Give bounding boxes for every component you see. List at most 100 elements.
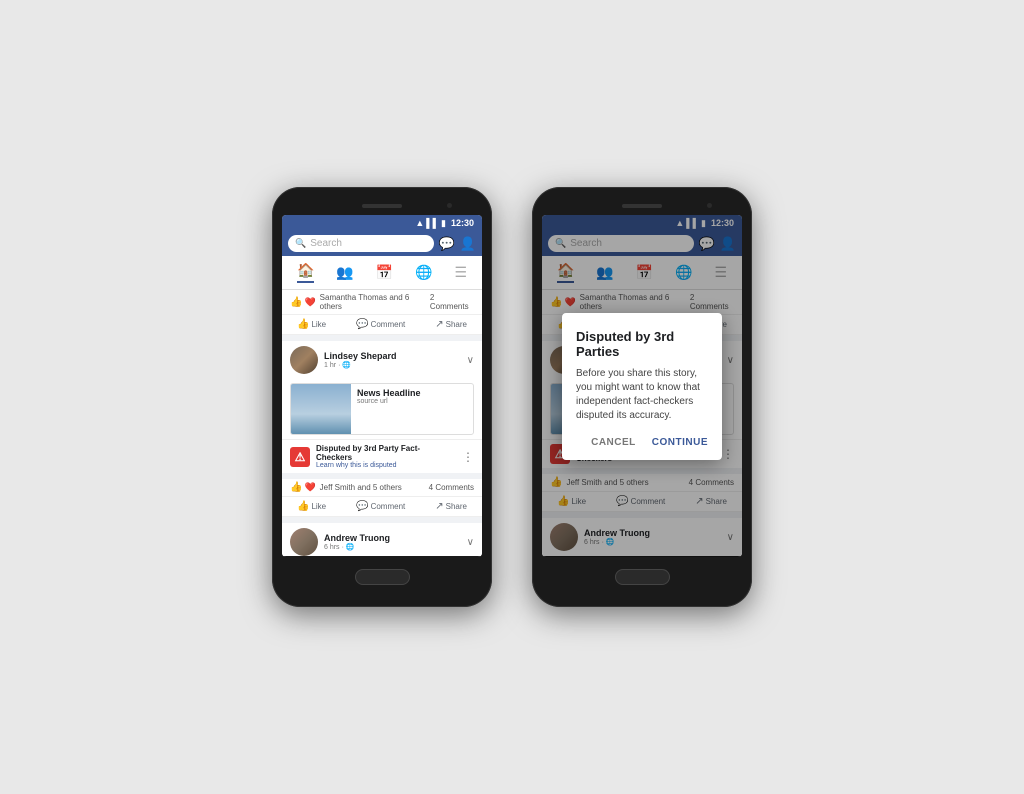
- phone-top-bar-right: [542, 197, 742, 215]
- tab-menu-left[interactable]: ☰: [454, 264, 467, 281]
- comment-btn-1[interactable]: 💬 Comment: [356, 319, 405, 330]
- news-thumb-left: [291, 384, 351, 434]
- search-input-left[interactable]: 🔍 Search: [288, 235, 434, 252]
- status-bar-left: ▲ ▌▌ ▮ 12:30: [282, 215, 482, 231]
- thumb-icon-3: 👍: [290, 482, 302, 493]
- like-label-1: Like: [311, 320, 326, 329]
- disputed-icon-left: ⚠: [290, 447, 310, 467]
- post-actions-3: 👍 Like 💬 Comment ↗ Share: [282, 497, 482, 517]
- reactions-row-3: 👍 ❤️ Jeff Smith and 5 others 4 Comments: [282, 479, 482, 497]
- user-name-andrew-left: Andrew Truong: [324, 533, 461, 543]
- dialog-title: Disputed by 3rd Parties: [576, 329, 708, 359]
- battery-icon: ▮: [441, 218, 446, 229]
- reaction-names-3: Jeff Smith and 5 others: [320, 483, 402, 492]
- dialog-body: Before you share this story, you might w…: [576, 367, 708, 423]
- fb-feed-left: 👍 ❤️ Samantha Thomas and 6 others 2 Comm…: [282, 290, 482, 556]
- dialog-cancel-button[interactable]: CANCEL: [591, 437, 636, 448]
- warning-icon-left: ⚠: [295, 450, 306, 464]
- reaction-icons-1: 👍 ❤️ Samantha Thomas and 6 others: [290, 293, 430, 311]
- speaker-right: [622, 204, 662, 208]
- avatar-andrew-left: [290, 528, 318, 556]
- search-placeholder-left: Search: [310, 238, 342, 249]
- nav-tabs-left: 🏠 👥 📅 🌐 ☰: [282, 256, 482, 290]
- post-header-andrew-left: Andrew Truong 6 hrs · 🌐 ∨: [282, 523, 482, 556]
- globe-icon-andrew-left: 🌐: [346, 543, 355, 551]
- comment-btn-3[interactable]: 💬 Comment: [356, 501, 405, 512]
- comment-icon-3: 💬: [356, 501, 368, 512]
- post-card-2-left: Lindsey Shepard 1 hr · 🌐 ∨: [282, 341, 482, 473]
- avatar-lindsey: [290, 346, 318, 374]
- comment-label-3: Comment: [371, 502, 406, 511]
- news-card-left[interactable]: News Headline source url: [290, 383, 474, 435]
- post-meta-lindsey: 1 hr · 🌐: [324, 361, 461, 369]
- share-label-3: Share: [446, 502, 467, 511]
- phone-bottom-left: [282, 557, 482, 597]
- globe-icon-lindsey: 🌐: [342, 361, 351, 369]
- share-icon-1: ↗: [435, 319, 443, 330]
- like-btn-1[interactable]: 👍 Like: [297, 319, 326, 330]
- like-icon-1: 👍: [297, 319, 309, 330]
- disputed-row-left: ⚠ Disputed by 3rd Party Fact-Checkers Le…: [282, 439, 482, 473]
- like-icon-3: 👍: [297, 501, 309, 512]
- share-btn-3[interactable]: ↗ Share: [435, 501, 467, 512]
- post-card-3-left: 👍 ❤️ Jeff Smith and 5 others 4 Comments …: [282, 479, 482, 517]
- screen-right: ▲ ▌▌ ▮ 12:30 🔍 Search 💬 👤 🏠 👥 📅: [542, 215, 742, 557]
- like-label-3: Like: [311, 502, 326, 511]
- dot-icon-lindsey: ·: [338, 362, 340, 369]
- post-card-4-left: Andrew Truong 6 hrs · 🌐 ∨ Work, work, wo…: [282, 523, 482, 556]
- comment-icon-1: 💬: [356, 319, 368, 330]
- comment-count-1: 2 Comments: [430, 293, 474, 311]
- share-label-1: Share: [446, 320, 467, 329]
- news-headline-left: News Headline: [357, 388, 467, 398]
- phone-left: ▲ ▌▌ ▮ 12:30 🔍 Search 💬 👤 🏠 👥 📅: [272, 187, 492, 607]
- camera-right: [707, 203, 712, 208]
- user-info-lindsey: Lindsey Shepard 1 hr · 🌐: [324, 351, 461, 369]
- home-button-left[interactable]: [355, 569, 410, 585]
- phone-right: ▲ ▌▌ ▮ 12:30 🔍 Search 💬 👤 🏠 👥 📅: [532, 187, 752, 607]
- reaction-names-1: Samantha Thomas and 6 others: [320, 293, 430, 311]
- screen-left: ▲ ▌▌ ▮ 12:30 🔍 Search 💬 👤 🏠 👥 📅: [282, 215, 482, 557]
- fb-search-bar-left: 🔍 Search 💬 👤: [282, 231, 482, 256]
- post-actions-1: 👍 Like 💬 Comment ↗ Share: [282, 315, 482, 335]
- chevron-icon-andrew-left[interactable]: ∨: [467, 537, 474, 548]
- dialog-box: Disputed by 3rd Parties Before you share…: [562, 313, 722, 460]
- news-text-area-left: News Headline source url: [351, 384, 473, 434]
- heart-icon-1: ❤️: [304, 297, 315, 308]
- messenger-icon-left[interactable]: 💬: [439, 236, 455, 252]
- chevron-icon-lindsey[interactable]: ∨: [467, 355, 474, 366]
- disputed-text-left: Disputed by 3rd Party Fact-Checkers Lear…: [316, 444, 456, 469]
- dot-icon-andrew-left: ·: [342, 544, 344, 551]
- news-source-left: source url: [357, 398, 467, 405]
- dialog-actions: CANCEL CONTINUE: [576, 437, 708, 448]
- camera-left: [447, 203, 452, 208]
- disputed-dots-left[interactable]: ⋮: [462, 450, 474, 464]
- post-card-1-left: 👍 ❤️ Samantha Thomas and 6 others 2 Comm…: [282, 290, 482, 335]
- home-button-right[interactable]: [615, 569, 670, 585]
- tab-home-left[interactable]: 🏠: [297, 262, 314, 283]
- post-time-lindsey: 1 hr: [324, 362, 336, 369]
- comment-label-1: Comment: [371, 320, 406, 329]
- share-btn-1[interactable]: ↗ Share: [435, 319, 467, 330]
- tab-friends-left[interactable]: 👥: [336, 264, 353, 281]
- android-nav-left: ◁ ○ □: [282, 556, 482, 557]
- post-time-andrew-left: 6 hrs: [324, 544, 340, 551]
- reactions-row-1: 👍 ❤️ Samantha Thomas and 6 others 2 Comm…: [282, 290, 482, 315]
- tab-calendar-left[interactable]: 📅: [376, 264, 393, 281]
- user-name-lindsey: Lindsey Shepard: [324, 351, 461, 361]
- status-time-left: 12:30: [451, 218, 474, 228]
- like-btn-3[interactable]: 👍 Like: [297, 501, 326, 512]
- speaker-left: [362, 204, 402, 208]
- phone-top-bar-left: [282, 197, 482, 215]
- phone-bottom-right: [542, 557, 742, 597]
- reaction-icons-3: 👍 ❤️ Jeff Smith and 5 others: [290, 482, 402, 493]
- tab-globe-left[interactable]: 🌐: [415, 264, 432, 281]
- status-icons-left: ▲ ▌▌ ▮: [415, 218, 446, 229]
- post-meta-andrew-left: 6 hrs · 🌐: [324, 543, 461, 551]
- disputed-link-left[interactable]: Learn why this is disputed: [316, 462, 456, 469]
- search-icon-left: 🔍: [295, 238, 306, 249]
- user-info-andrew-left: Andrew Truong 6 hrs · 🌐: [324, 533, 461, 551]
- signal-icon: ▌▌: [426, 218, 439, 228]
- post-header-lindsey: Lindsey Shepard 1 hr · 🌐 ∨: [282, 341, 482, 379]
- dialog-continue-button[interactable]: CONTINUE: [652, 437, 708, 448]
- friend-request-icon-left[interactable]: 👤: [460, 236, 476, 252]
